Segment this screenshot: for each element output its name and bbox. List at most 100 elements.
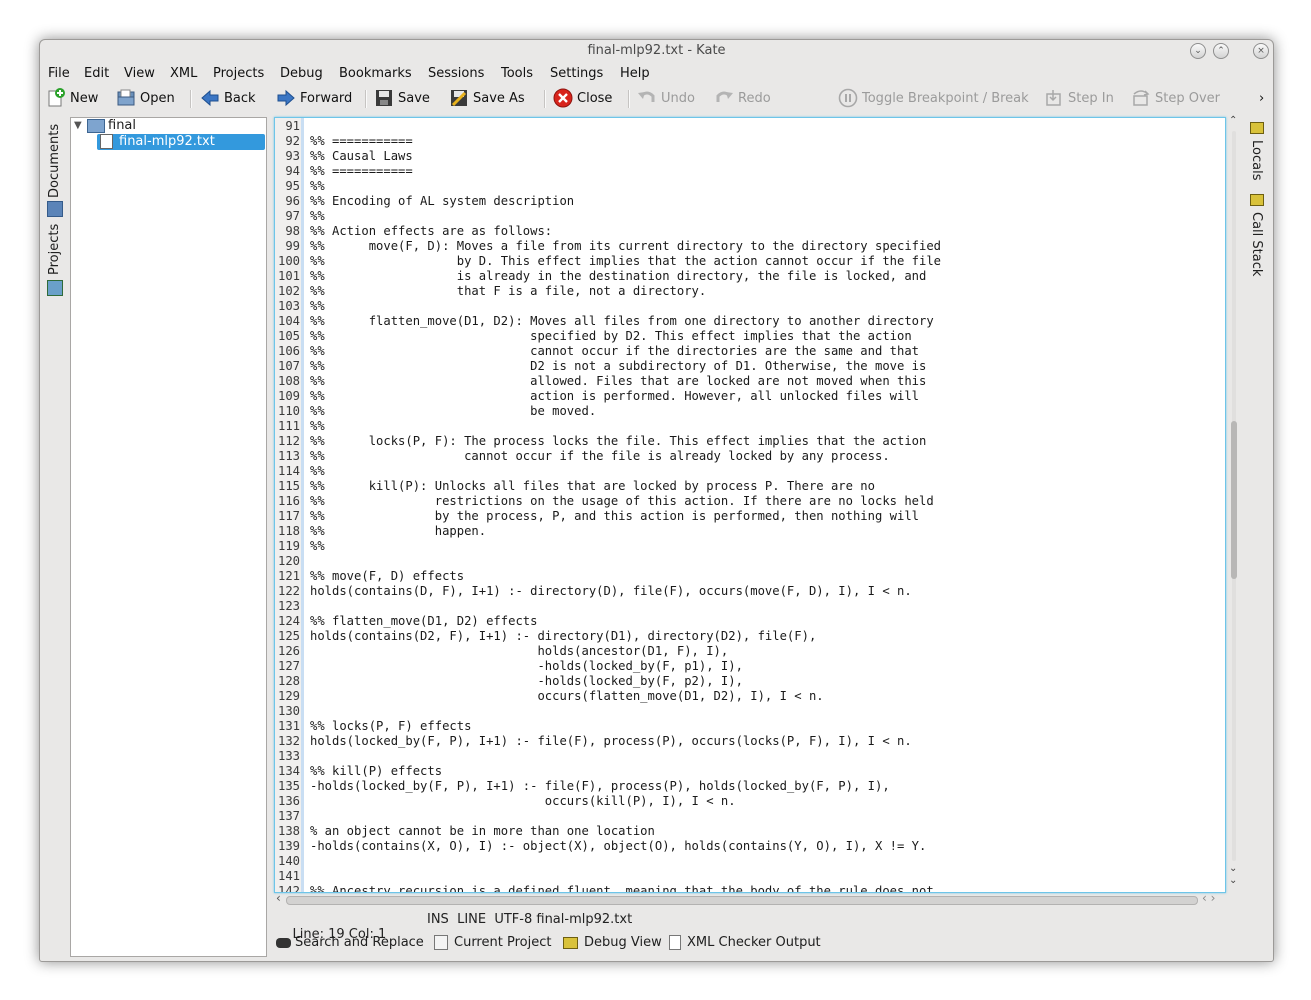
tab-xml-checker-output[interactable]: XML Checker Output xyxy=(669,935,821,950)
code-line[interactable]: 92 %% =========== xyxy=(275,134,1225,149)
vertical-scrollbar[interactable]: ⌃ ⌄ ⌄ xyxy=(1226,115,1242,891)
code-line[interactable]: 99 %% move(F, D): Moves a file from its c… xyxy=(275,239,1225,254)
menu-tools[interactable]: Tools xyxy=(501,66,533,81)
toolbar-overflow-button[interactable]: › xyxy=(1259,85,1264,113)
code-line[interactable]: 108 %% allowed. Files that are locked are… xyxy=(275,374,1225,389)
code-line[interactable]: 133 xyxy=(275,749,1225,764)
code-line[interactable]: 135 -holds(locked_by(F, P), I+1) :- file(… xyxy=(275,779,1225,794)
code-line[interactable]: 102 %% that F is a file, not a directory. xyxy=(275,284,1225,299)
undo-button[interactable]: Undo xyxy=(637,85,695,113)
menu-bookmarks[interactable]: Bookmarks xyxy=(339,66,412,81)
code-line[interactable]: 113 %% cannot occur if the file is alread… xyxy=(275,449,1225,464)
tab-documents[interactable]: Documents xyxy=(44,118,66,218)
tab-call-stack[interactable]: Call Stack xyxy=(1246,190,1268,280)
code-line[interactable]: 114%% xyxy=(275,464,1225,479)
code-line[interactable]: 124 %% flatten_move(D1, D2) effects xyxy=(275,614,1225,629)
tab-search-and-replace[interactable]: Search and Replace xyxy=(276,935,424,950)
code-line[interactable]: 104 %% flatten_move(D1, D2): Moves all fi… xyxy=(275,314,1225,329)
tab-locals[interactable]: Locals xyxy=(1246,118,1268,183)
scroll-up-arrow-icon[interactable]: ⌃ xyxy=(1229,115,1237,126)
hscroll-thumb[interactable] xyxy=(286,896,1198,905)
code-line[interactable]: 132 holds(locked_by(F, P), I+1) :- file(F… xyxy=(275,734,1225,749)
chevron-down-icon[interactable]: ▼ xyxy=(74,118,82,134)
editor-view[interactable]: 91 92 %% =========== 93 %% Causal Laws 94 %% =… xyxy=(274,117,1226,893)
menu-file[interactable]: File xyxy=(48,66,70,81)
tree-folder-final[interactable]: final xyxy=(87,118,136,134)
tab-debug-view[interactable]: Debug View xyxy=(563,935,662,950)
toggle-breakpoint-button[interactable]: Toggle Breakpoint / Break xyxy=(838,85,1029,113)
code-line[interactable]: 91 xyxy=(275,119,1225,134)
save-as-button[interactable]: Save As xyxy=(449,85,525,113)
code-line[interactable]: 115 %% kill(P): Unlocks all files that ar… xyxy=(275,479,1225,494)
code-line[interactable]: 141 xyxy=(275,869,1225,884)
code-line[interactable]: 116 %% restrictions on the usage of this … xyxy=(275,494,1225,509)
tab-current-project[interactable]: Current Project xyxy=(434,935,551,950)
code-line[interactable]: 97%% xyxy=(275,209,1225,224)
code-line[interactable]: 134 %% kill(P) effects xyxy=(275,764,1225,779)
code-line[interactable]: 106 %% cannot occur if the directories ar… xyxy=(275,344,1225,359)
minimize-icon[interactable]: ⌄ xyxy=(1190,43,1206,59)
menu-sessions[interactable]: Sessions xyxy=(428,66,484,81)
code-line[interactable]: 129 occurs(flatten_move(D1, D2), I), I <… xyxy=(275,689,1225,704)
code-line[interactable]: 111%% xyxy=(275,419,1225,434)
close-window-icon[interactable]: × xyxy=(1253,43,1269,59)
code-line[interactable]: 96 %% Encoding of AL system description xyxy=(275,194,1225,209)
code-line[interactable]: 139 -holds(contains(X, O), I) :- object(X… xyxy=(275,839,1225,854)
code-line[interactable]: 105 %% specified by D2. This effect impli… xyxy=(275,329,1225,344)
menu-projects[interactable]: Projects xyxy=(213,66,264,81)
code-line[interactable]: 122 holds(contains(D, F), I+1) :- directo… xyxy=(275,584,1225,599)
code-line[interactable]: 112 %% locks(P, F): The process locks the… xyxy=(275,434,1225,449)
code-line[interactable]: 128 -holds(locked_by(F, p2), I), xyxy=(275,674,1225,689)
code-line[interactable]: 119%% xyxy=(275,539,1225,554)
code-line[interactable]: 137 xyxy=(275,809,1225,824)
hscroll-arrows-icon[interactable]: ‹ › xyxy=(1202,891,1215,905)
scroll-thumb[interactable] xyxy=(1231,421,1237,579)
new-button[interactable]: New xyxy=(46,85,98,113)
code-line[interactable]: 93 %% Causal Laws xyxy=(275,149,1225,164)
step-over-button[interactable]: Step Over xyxy=(1131,85,1220,113)
maximize-icon[interactable]: ⌃ xyxy=(1213,43,1229,59)
code-line[interactable]: 100 %% by D. This effect implies that the… xyxy=(275,254,1225,269)
code-line[interactable]: 101 %% is already in the destination dire… xyxy=(275,269,1225,284)
horizontal-scrollbar[interactable]: ‹ ‹ › xyxy=(274,891,1224,907)
close-button[interactable]: Close xyxy=(553,85,612,113)
save-button[interactable]: Save xyxy=(374,85,430,113)
code-line[interactable]: 136 occurs(kill(P), I), I < n. xyxy=(275,794,1225,809)
menu-settings[interactable]: Settings xyxy=(550,66,603,81)
forward-button[interactable]: Forward xyxy=(276,85,352,113)
tree-file-item[interactable]: final-mlp92.txt xyxy=(97,134,265,150)
code-line[interactable]: 98 %% Action effects are as follows: xyxy=(275,224,1225,239)
code-line[interactable]: 127 -holds(locked_by(F, p1), I), xyxy=(275,659,1225,674)
code-line[interactable]: 131 %% locks(P, F) effects xyxy=(275,719,1225,734)
code-line[interactable]: 103%% xyxy=(275,299,1225,314)
tab-projects[interactable]: Projects xyxy=(44,223,66,298)
code-line[interactable]: 126 holds(ancestor(D1, F), I), xyxy=(275,644,1225,659)
code-line[interactable]: 130 xyxy=(275,704,1225,719)
menu-edit[interactable]: Edit xyxy=(84,66,109,81)
code-line[interactable]: 107 %% D2 is not a subdirectory of D1. Ot… xyxy=(275,359,1225,374)
code-line[interactable]: 117 %% by the process, P, and this action… xyxy=(275,509,1225,524)
back-button[interactable]: Back xyxy=(200,85,256,113)
code-line[interactable]: 109 %% action is performed. However, all … xyxy=(275,389,1225,404)
step-in-button[interactable]: Step In xyxy=(1044,85,1114,113)
code-line[interactable]: 94 %% =========== xyxy=(275,164,1225,179)
code-line[interactable]: 110 %% be moved. xyxy=(275,404,1225,419)
code-line[interactable]: 142%% Ancestry recursion is a defined fl… xyxy=(275,884,1225,892)
code-line[interactable]: 140 xyxy=(275,854,1225,869)
open-button[interactable]: Open xyxy=(116,85,175,113)
code-line[interactable]: 118 %% happen. xyxy=(275,524,1225,539)
scroll-down-arrow-icon[interactable]: ⌄ xyxy=(1229,875,1237,886)
hscroll-left-arrow-icon[interactable]: ‹ xyxy=(276,891,281,905)
code-line[interactable]: 120 xyxy=(275,554,1225,569)
menu-help[interactable]: Help xyxy=(620,66,650,81)
code-line[interactable]: 95%% xyxy=(275,179,1225,194)
code-line[interactable]: 125 holds(contains(D2, F), I+1) :- direct… xyxy=(275,629,1225,644)
code-line[interactable]: 138 % an object cannot be in more than on… xyxy=(275,824,1225,839)
code-line[interactable]: 121 %% move(F, D) effects xyxy=(275,569,1225,584)
redo-button[interactable]: Redo xyxy=(714,85,771,113)
menu-view[interactable]: View xyxy=(124,66,155,81)
code-line[interactable]: 123 xyxy=(275,599,1225,614)
menu-debug[interactable]: Debug xyxy=(280,66,323,81)
scroll-down-arrow-icon[interactable]: ⌄ xyxy=(1229,863,1237,874)
menu-xml[interactable]: XML xyxy=(170,66,197,81)
